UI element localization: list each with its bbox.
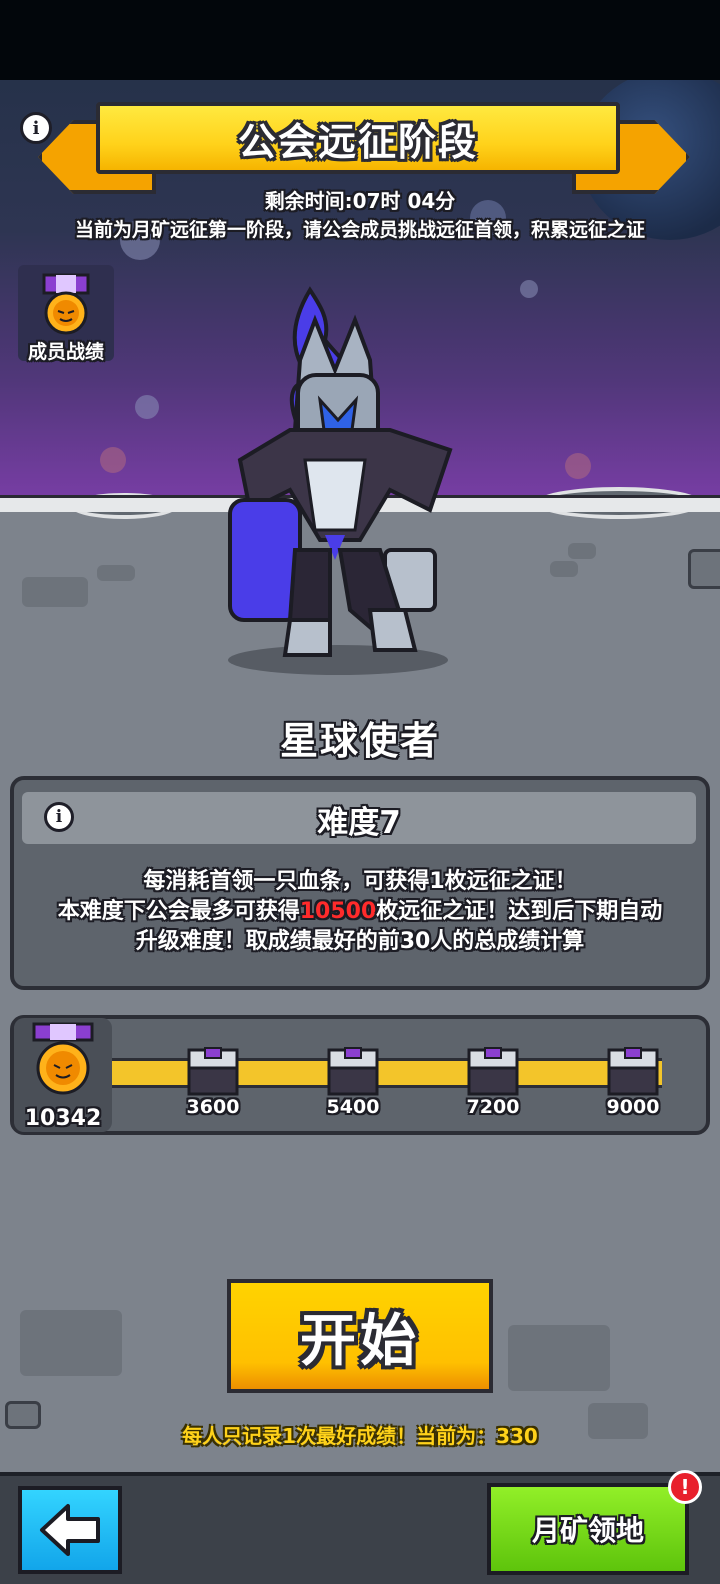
medal-icon	[42, 273, 90, 335]
alert-badge: !	[668, 1470, 702, 1504]
start-button-label: 开始	[300, 1308, 420, 1374]
medal-icon	[32, 1022, 94, 1095]
info-icon[interactable]: i	[44, 802, 74, 832]
back-arrow-icon	[40, 1504, 100, 1556]
max-reward-value: 10500	[299, 899, 377, 924]
chest-icon	[467, 1047, 519, 1096]
milestone-label: 9000	[606, 1096, 660, 1118]
milestone-label: 5400	[326, 1096, 380, 1118]
milestone-label: 3600	[186, 1096, 240, 1118]
milestone-label: 7200	[466, 1096, 520, 1118]
reward-chest-4[interactable]	[607, 1046, 659, 1098]
remaining-time: 剩余时间:07时 04分	[264, 189, 456, 213]
chest-icon	[187, 1047, 239, 1096]
difficulty-line-1: 每消耗首领一只血条，可获得1枚远征之证！	[143, 869, 577, 894]
difficulty-title: 难度7	[317, 805, 401, 841]
moon-territory-button[interactable]: 月矿领地	[487, 1483, 689, 1575]
difficulty-description: 每消耗首领一只血条，可获得1枚远征之证！ 本难度下公会最多可获得10500枚远征…	[20, 867, 700, 957]
title-banner: 公会远征阶段	[96, 102, 620, 174]
status-bar	[0, 0, 720, 80]
reward-chest-2[interactable]	[327, 1046, 379, 1098]
page-title: 公会远征阶段	[237, 119, 478, 164]
difficulty-line-2: 本难度下公会最多可获得10500枚远征之证！达到后下期自动	[57, 899, 663, 924]
info-icon[interactable]: i	[20, 112, 52, 144]
boss-character	[190, 280, 480, 680]
member-record-label: 成员战绩	[27, 341, 104, 363]
reward-chest-1[interactable]	[187, 1046, 239, 1098]
moon-territory-label: 月矿领地	[531, 1514, 644, 1547]
boss-name: 星球使者	[279, 719, 440, 763]
start-button[interactable]: 开始	[227, 1279, 493, 1393]
difficulty-line-3: 升级难度！取成绩最好的前30人的总成绩计算	[135, 929, 585, 954]
record-note: 每人只记录1次最好成绩！当前为：330	[182, 1424, 538, 1448]
chest-icon	[327, 1047, 379, 1096]
stage-description: 当前为月矿远征第一阶段，请公会成员挑战远征首领，积累远征之证	[74, 219, 645, 241]
reward-chest-3[interactable]	[467, 1046, 519, 1098]
medal-count: 10342	[24, 1106, 102, 1131]
back-button[interactable]	[18, 1486, 122, 1574]
chest-icon	[607, 1047, 659, 1096]
